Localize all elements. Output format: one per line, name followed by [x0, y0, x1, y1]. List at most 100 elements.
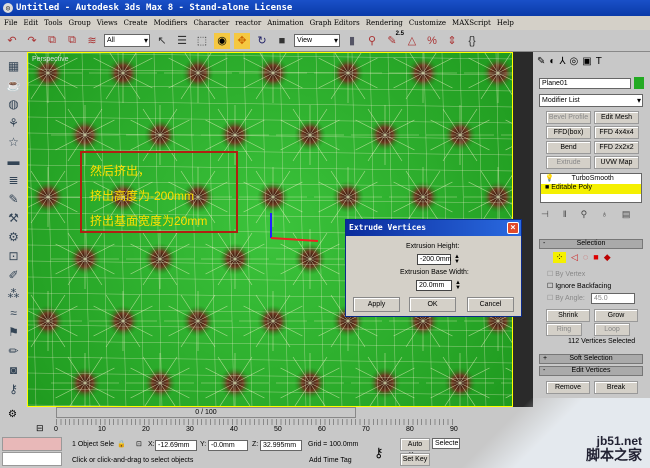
ignore-backfacing-checkbox[interactable]: ☐ Ignore Backfacing [547, 282, 611, 290]
wave-icon[interactable]: ≈ [6, 305, 22, 321]
cancel-button[interactable]: Cancel [467, 297, 514, 312]
lock-icon[interactable]: 🔒 [117, 440, 126, 448]
by-vertex-checkbox[interactable]: ☐ By Vertex [547, 270, 585, 278]
set-key-button[interactable]: Set Key [400, 453, 430, 466]
absolute-mode-icon[interactable]: ⊡ [136, 440, 142, 448]
stack-item-turbosmooth[interactable]: 💡 TurboSmooth [541, 174, 641, 184]
pen-icon[interactable]: ✐ [6, 267, 22, 283]
bone-icon[interactable]: ⚒ [6, 210, 22, 226]
menu-animation[interactable]: Animation [267, 16, 303, 30]
track-bar-icon[interactable]: ⊟ [36, 423, 44, 434]
spinner-arrows-icon[interactable]: ▲ ▼ [454, 254, 460, 265]
gizmo-x-axis[interactable] [270, 237, 319, 242]
display-tab-icon[interactable]: ▣ [582, 56, 591, 67]
uvw-map-button[interactable]: UVW Map [594, 156, 639, 169]
utilities-tab-icon[interactable]: T [596, 56, 602, 67]
teapot-icon[interactable]: ☕ [6, 77, 22, 93]
make-unique-icon[interactable]: ⚲ [581, 209, 588, 220]
modifier-list-dropdown[interactable]: Modifier List [539, 94, 643, 107]
configure-sets-icon[interactable]: ▤ [622, 209, 631, 220]
gear-icon[interactable]: ⚙ [6, 229, 22, 245]
object-color-swatch[interactable] [634, 77, 644, 89]
redo-icon[interactable]: ↷ [24, 33, 40, 49]
menu-graph-editors[interactable]: Graph Editors [310, 16, 360, 30]
soft-selection-rollout-header[interactable]: + Soft Selection [539, 354, 643, 364]
monitor-icon[interactable]: ▬ [6, 153, 22, 169]
ffd-box-button[interactable]: FFD(box) [546, 126, 591, 139]
camera-icon[interactable]: ◙ [6, 362, 22, 378]
brush-icon[interactable]: ✏ [6, 343, 22, 359]
named-selection-icon[interactable]: {} [464, 33, 480, 49]
undo-icon[interactable]: ↶ [4, 33, 20, 49]
selection-filter-dropdown[interactable]: All [104, 34, 150, 47]
menu-help[interactable]: Help [497, 16, 514, 30]
sphere-icon[interactable]: ◍ [6, 96, 22, 112]
maxscript-listener-input[interactable] [2, 437, 62, 451]
rect-selection-icon[interactable]: ⬚ [194, 33, 210, 49]
menu-tools[interactable]: Tools [44, 16, 62, 30]
menu-create[interactable]: Create [124, 16, 148, 30]
hierarchy-tab-icon[interactable]: ⅄ [559, 56, 565, 67]
ok-button[interactable]: OK [409, 297, 456, 312]
pin-stack-icon[interactable]: ⊣ [541, 209, 549, 220]
close-icon[interactable]: × [507, 222, 519, 234]
x-coordinate-input[interactable]: -12.69mm [155, 440, 197, 451]
loop-button[interactable]: Loop [594, 323, 630, 336]
menu-character[interactable]: Character [193, 16, 229, 30]
unlink-icon[interactable]: ⧉ [64, 33, 80, 49]
bind-space-warp-icon[interactable]: ≋ [84, 33, 100, 49]
select-arrow-icon[interactable]: ↖ [154, 33, 170, 49]
dummy-icon[interactable]: ⊡ [6, 248, 22, 264]
polygon-icon[interactable]: ■ [593, 252, 598, 263]
pivot-icon[interactable]: ▮ [344, 33, 360, 49]
grow-button[interactable]: Grow [594, 309, 638, 322]
edge-icon[interactable]: ◁ [571, 252, 578, 263]
percent-snap-icon[interactable]: % [424, 33, 440, 49]
menu-rendering[interactable]: Rendering [366, 16, 403, 30]
create-tab-icon[interactable]: ✎ [537, 56, 545, 67]
z-coordinate-input[interactable]: 32.995mm [260, 440, 302, 451]
angle-input[interactable]: 45.0 [591, 293, 635, 304]
light-icon[interactable]: ⚘ [6, 115, 22, 131]
remove-modifier-icon[interactable]: ♁ [601, 209, 608, 220]
viewport-label[interactable]: Perspective [32, 56, 69, 63]
extrusion-base-width-input[interactable]: 20.0mm [416, 280, 452, 291]
show-end-result-icon[interactable]: ‖ [563, 209, 567, 220]
track-bar[interactable]: 0102030405060708090 [54, 419, 458, 439]
bend-button[interactable]: Bend [546, 141, 591, 154]
maxscript-icon[interactable]: ⚙ [8, 409, 17, 420]
particle-icon[interactable]: ⁂ [6, 286, 22, 302]
boxes-icon[interactable]: ▦ [6, 58, 22, 74]
menu-file[interactable]: File [4, 16, 17, 30]
wrench-icon[interactable]: ✎ [6, 191, 22, 207]
shrink-button[interactable]: Shrink [546, 309, 590, 322]
extrusion-height-input[interactable]: -200.0mm [417, 254, 452, 265]
tool-icon[interactable]: ⚑ [6, 324, 22, 340]
star-icon[interactable]: ☆ [6, 134, 22, 150]
remove-button[interactable]: Remove [546, 381, 590, 394]
add-time-tag-button[interactable]: Add Time Tag [309, 457, 352, 464]
menu-modifiers[interactable]: Modifiers [154, 16, 188, 30]
scale-icon[interactable]: ■ [274, 33, 290, 49]
menu-reactor[interactable]: reactor [235, 16, 261, 30]
edit-mesh-button[interactable]: Edit Mesh [594, 111, 639, 124]
ffd-2x2x2-button[interactable]: FFD 2x2x2 [594, 141, 639, 154]
snap-toggle[interactable]: ✎ 2.5 [384, 31, 404, 49]
spinner-arrows-icon[interactable]: ▲ ▼ [455, 280, 461, 291]
menu-customize[interactable]: Customize [409, 16, 446, 30]
edit-vertices-rollout-header[interactable]: - Edit Vertices [539, 366, 643, 376]
bevel-profile-button[interactable]: Bevel Profile [546, 111, 591, 124]
motion-tab-icon[interactable]: ◎ [570, 56, 579, 67]
break-button[interactable]: Break [594, 381, 638, 394]
selection-rollout-header[interactable]: - Selection [539, 239, 643, 249]
reference-coord-dropdown[interactable]: View [294, 34, 340, 47]
y-coordinate-input[interactable]: -0.0mm [208, 440, 248, 451]
ring-button[interactable]: Ring [546, 323, 582, 336]
extrude-button[interactable]: Extrude [546, 156, 591, 169]
link-icon[interactable]: ⧉ [44, 33, 60, 49]
key-icon[interactable]: ⚷ [6, 381, 22, 397]
object-name-input[interactable]: Plane01 [539, 78, 631, 89]
modify-tab-icon[interactable]: ◐ [549, 56, 555, 67]
menu-views[interactable]: Views [97, 16, 118, 30]
apply-button[interactable]: Apply [353, 297, 400, 312]
